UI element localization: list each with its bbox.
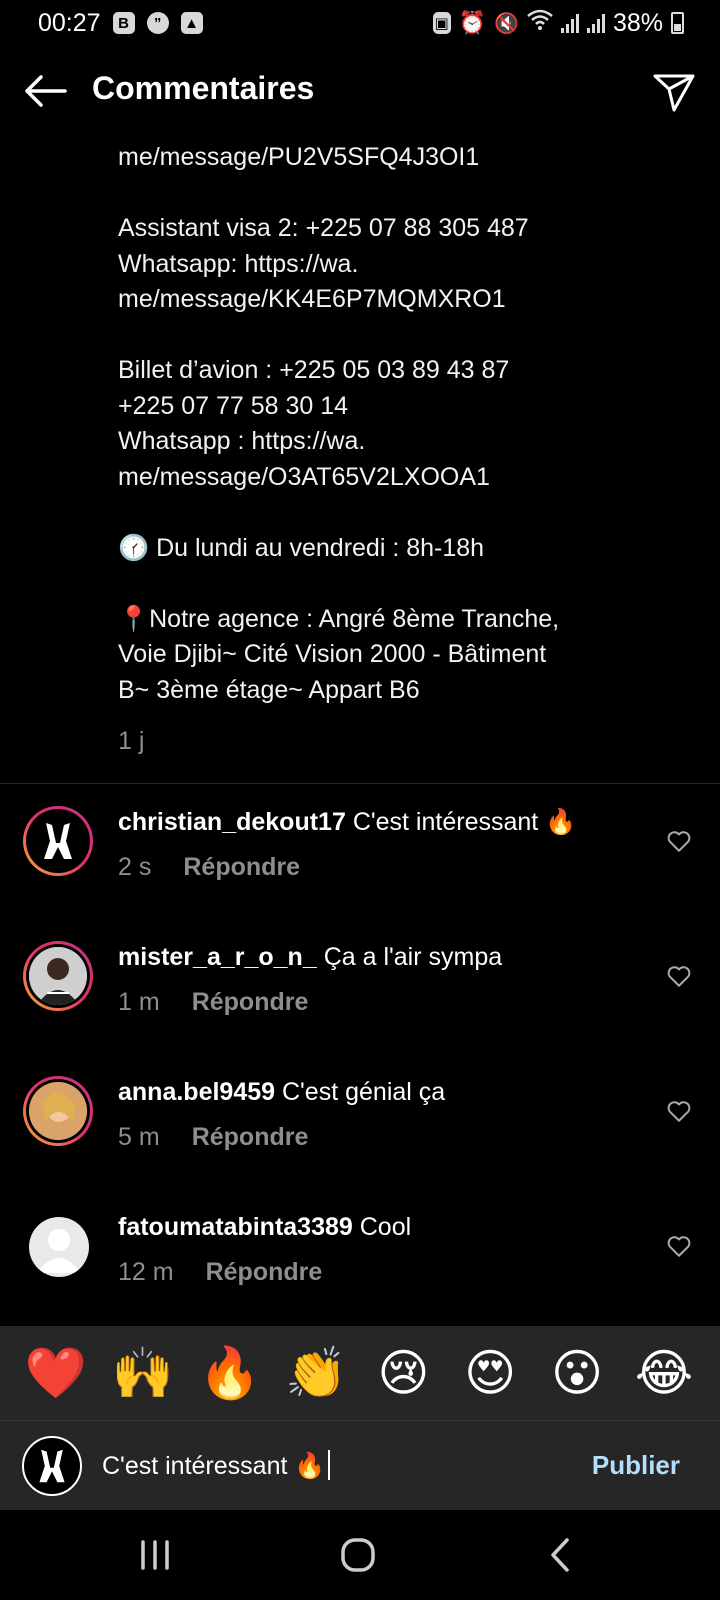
comment-username[interactable]: christian_dekout17: [118, 808, 346, 836]
battery-icon: [671, 12, 684, 34]
avatar[interactable]: [23, 1076, 93, 1146]
caption-line: 📍Notre agence : Angré 8ème Tranche,: [118, 604, 560, 633]
emoji-crying-button[interactable]: 😢: [371, 1341, 435, 1405]
page-title: Commentaires: [92, 70, 315, 106]
comment-item: anna.bel9459 C'est génial ça 5 m Répondre: [0, 1076, 720, 1176]
reply-button[interactable]: Répondre: [206, 1258, 323, 1287]
emoji-raised-hands-button[interactable]: 🙌: [111, 1341, 175, 1405]
status-time: 00:27: [38, 8, 101, 37]
avatar[interactable]: [23, 941, 93, 1011]
status-bar: 00:27 B ” ▲ ▣ ⏰ 🔇 38%: [0, 0, 720, 46]
caption-line: me/message/PU2V5SFQ4J3OI1: [118, 143, 480, 171]
emoji-quick-bar: ❤️ 🙌 🔥 👏 😢 😍 😮 😂: [0, 1326, 720, 1420]
comment-item: fatoumatabinta3389 Cool 12 m Répondre: [0, 1211, 720, 1311]
mute-icon: 🔇: [494, 12, 519, 35]
logo-icon: [39, 1449, 65, 1483]
person-photo-icon: [29, 947, 87, 1005]
text-caret: [327, 1450, 330, 1480]
quote-app-icon: ”: [146, 12, 169, 34]
comment-time: 2 s: [118, 853, 152, 881]
avatar[interactable]: [23, 806, 93, 876]
gallery-icon: ▲: [180, 12, 203, 34]
logo-icon: [44, 823, 72, 859]
heart-icon[interactable]: [666, 963, 692, 989]
recent-apps-button[interactable]: [125, 1530, 185, 1580]
chevron-left-icon: [551, 1538, 569, 1572]
caption-line: Billet d’avion : +225 05 03 89 43 87: [118, 356, 510, 384]
heart-icon[interactable]: [666, 828, 692, 854]
recents-icon: [141, 1540, 169, 1570]
system-nav-bar: [0, 1510, 720, 1600]
caption-line: Assistant visa 2: +225 07 88 305 487: [118, 214, 529, 242]
reply-button[interactable]: Répondre: [183, 853, 300, 882]
caption-line: +225 07 77 58 30 14: [118, 391, 349, 420]
b-app-icon: B: [112, 12, 135, 34]
emoji-fire-button[interactable]: 🔥: [198, 1341, 262, 1405]
heart-icon[interactable]: [666, 1098, 692, 1124]
caption-line: me/message/KK4E6P7MQMXRO1: [118, 285, 506, 313]
wifi-icon: [527, 9, 553, 38]
caption-line: Whatsapp: https://wa.: [118, 249, 359, 278]
battery-percent: 38%: [612, 8, 663, 37]
comment-username[interactable]: mister_a_r_o_n_: [118, 943, 317, 971]
share-button[interactable]: [650, 68, 698, 116]
alarm-icon: ⏰: [458, 10, 487, 35]
signal-2-icon: [586, 13, 605, 33]
comment-username[interactable]: fatoumatabinta3389: [118, 1213, 353, 1241]
paper-plane-icon: [653, 74, 695, 112]
comment-item: mister_a_r_o_n_ Ça a l'air sympa 1 m Répo…: [0, 941, 720, 1041]
default-avatar-icon: [37, 1229, 81, 1273]
post-caption: me/message/PU2V5SFQ4J3OI1 Assistant visa …: [118, 140, 678, 708]
comment-input[interactable]: C'est intéressant 🔥: [102, 1450, 330, 1481]
caption-line: B~ 3ème étage~ Appart B6: [118, 675, 420, 704]
divider: [0, 783, 720, 784]
publish-button[interactable]: Publier: [592, 1450, 680, 1481]
comment-time: 1 m: [118, 988, 160, 1016]
post-timestamp: 1 j: [118, 727, 145, 755]
comment-text: C'est génial ça: [281, 1078, 446, 1106]
heart-icon[interactable]: [666, 1233, 692, 1259]
reply-button[interactable]: Répondre: [192, 1123, 309, 1152]
lock-icon: ▣: [432, 12, 451, 34]
home-button[interactable]: [328, 1530, 388, 1580]
comment-text: Cool: [359, 1213, 412, 1241]
comment-time: 12 m: [118, 1258, 174, 1286]
comment-composer: C'est intéressant 🔥 Publier: [0, 1420, 720, 1510]
person-photo-icon: [29, 1082, 87, 1140]
emoji-laughing-button[interactable]: 😂: [632, 1341, 696, 1405]
caption-line: Voie Djibi~ Cité Vision 2000 - Bâtiment: [118, 640, 547, 668]
arrow-left-icon: [25, 75, 67, 107]
caption-line: 🕜 Du lundi au vendredi : 8h-18h: [118, 533, 485, 562]
caption-line: me/message/O3AT65V2LXOOA1: [118, 462, 490, 491]
comment-item: christian_dekout17 C'est intéressant 🔥 2…: [0, 806, 720, 906]
signal-1-icon: [560, 13, 579, 33]
emoji-heart-button[interactable]: ❤️: [24, 1341, 88, 1405]
comment-text: Ça a l'air sympa: [323, 943, 503, 971]
home-icon: [341, 1538, 375, 1572]
comment-username[interactable]: anna.bel9459: [118, 1078, 275, 1106]
avatar[interactable]: [29, 1217, 89, 1277]
avatar: [22, 1436, 82, 1496]
back-button[interactable]: [22, 68, 68, 114]
emoji-surprised-button[interactable]: 😮: [545, 1341, 609, 1405]
reply-button[interactable]: Répondre: [192, 988, 309, 1017]
comment-input-value: C'est intéressant 🔥: [102, 1452, 326, 1480]
caption-line: Whatsapp : https://wa.: [118, 427, 366, 455]
emoji-heart-eyes-button[interactable]: 😍: [458, 1341, 522, 1405]
app-bar: Commentaires: [0, 56, 720, 126]
comment-time: 5 m: [118, 1123, 160, 1151]
back-nav-button[interactable]: [530, 1530, 590, 1580]
comment-text: C'est intéressant 🔥: [352, 808, 577, 836]
emoji-clap-button[interactable]: 👏: [285, 1341, 349, 1405]
